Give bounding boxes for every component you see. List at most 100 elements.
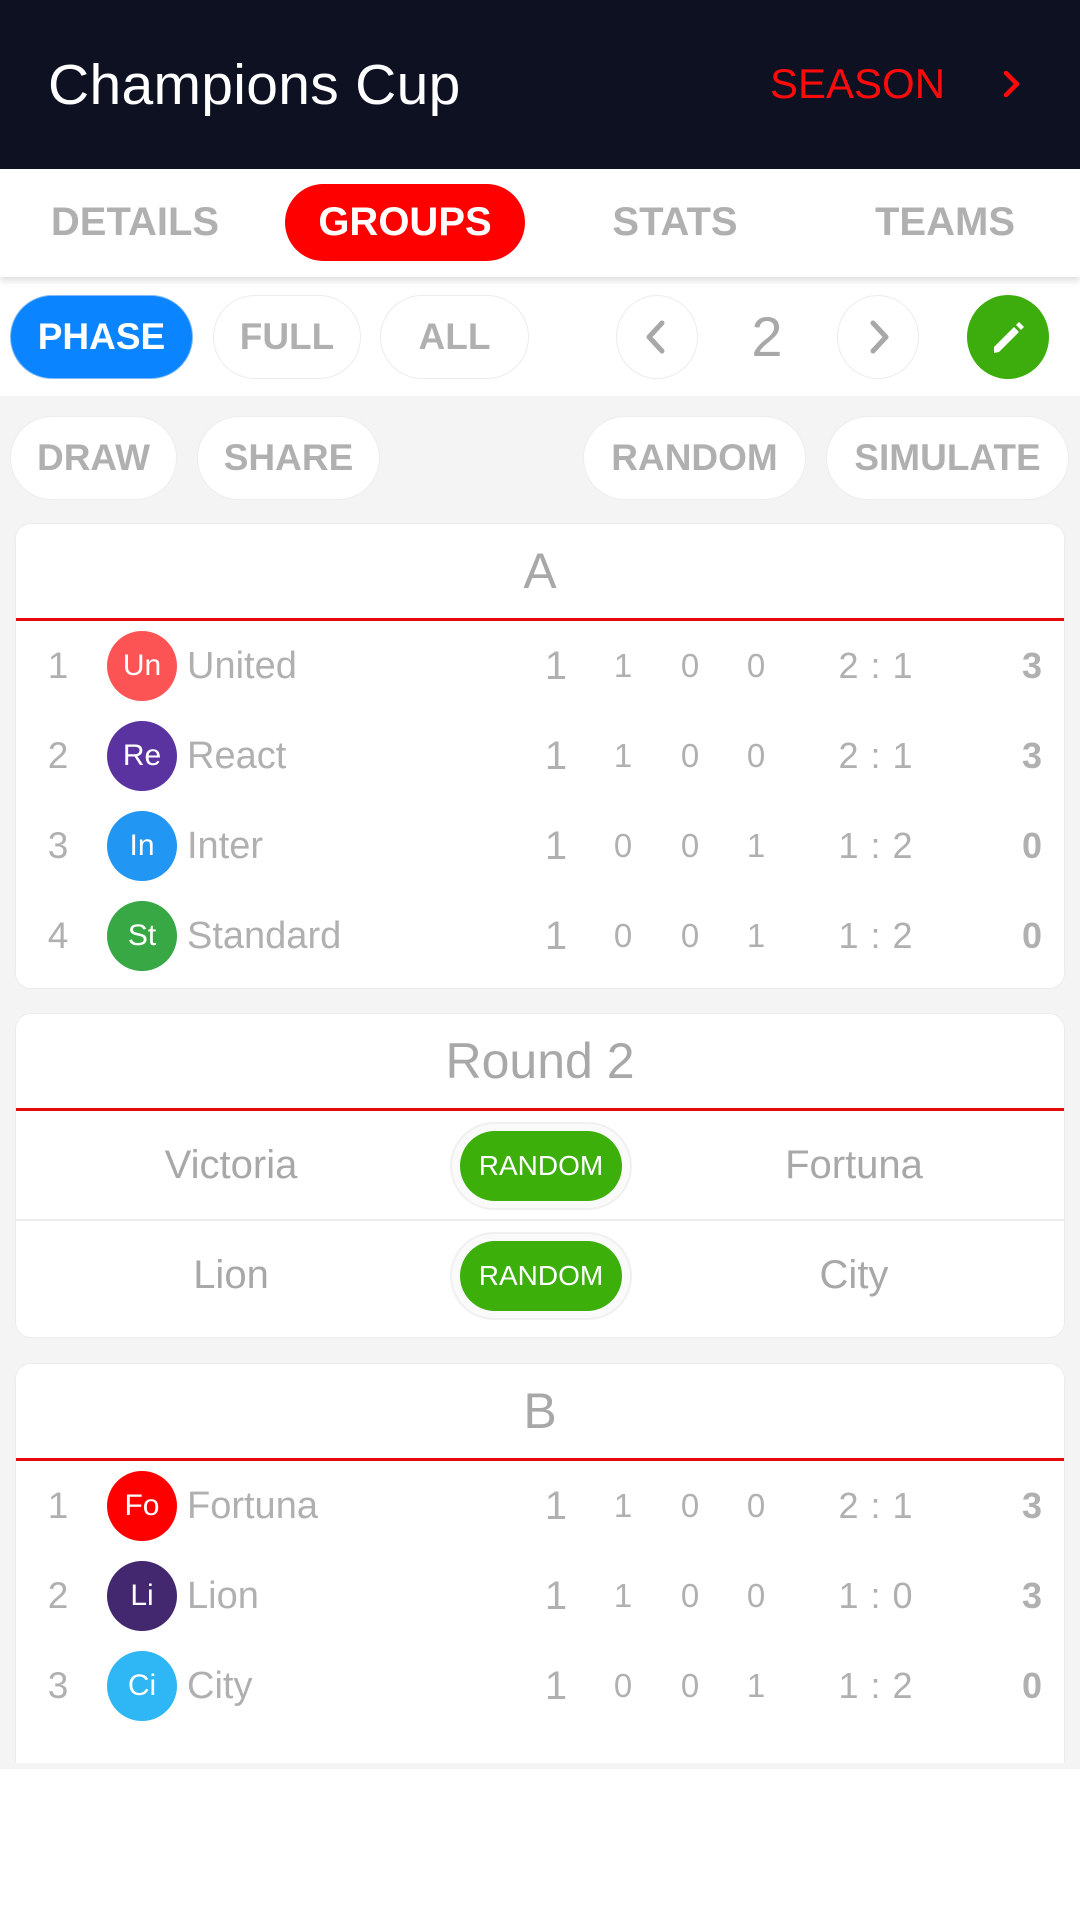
goals-score: 2 : 1 [838,645,914,686]
points: 3 [1021,1485,1043,1526]
team-avatar: Ci [107,1651,177,1721]
full-filter-button[interactable]: FULL [213,295,361,379]
points: 0 [1021,825,1043,866]
position: 3 [47,1665,69,1706]
chevron-left-icon [646,320,665,354]
round-number: 2 [751,305,783,368]
tab-bar: DETAILS GROUPS STATS TEAMS [0,169,1080,277]
position: 2 [47,1575,69,1616]
lost-count: 0 [746,1487,766,1524]
drawn-count: 0 [680,647,700,684]
app-header: Champions Cup SEASON [0,0,1080,169]
points: 3 [1021,735,1043,776]
group-card-a: A 1 Un United 1 1 0 0 2 : 1 3 2 Re React 1 1 0 0 2 : 133… [15,523,1065,989]
away-team: Fortuna [785,1143,923,1187]
round-card: Round 2 Victoria RANDOM Fortuna Lion RAN… [15,1013,1065,1338]
next-round-button[interactable] [837,295,919,379]
group-title: B [523,1383,557,1439]
pencil-icon [994,322,1024,353]
team-avatar: In [107,811,177,881]
team-name: Lion [187,1575,259,1617]
played-count: 1 [544,734,568,778]
played-count: 1 [544,1574,568,1618]
played-count: 1 [544,824,568,868]
played-count: 1 [544,914,568,958]
tab-stats[interactable]: STATS [555,184,795,261]
edit-button[interactable] [967,295,1049,379]
team-name: United [187,645,297,687]
team-avatar: Fo [107,1471,177,1541]
tab-groups[interactable]: GROUPS [285,184,525,261]
won-count: 1 [613,647,633,684]
played-count: 1 [544,1484,568,1528]
content-area: DRAW SHARE RANDOM SIMULATE A 1 Un United 1 1… [0,396,1080,1769]
season-button[interactable]: SEASON [770,60,1020,108]
standings-row[interactable]: 3 In Inter 1 0 0 1 1 : 2 0 [16,801,1064,891]
draw-button[interactable]: DRAW [10,416,177,500]
all-filter-button[interactable]: ALL [380,295,529,379]
chevron-right-icon [870,320,889,354]
team-name: Fortuna [187,1485,318,1527]
random-button[interactable]: RANDOM [583,416,806,500]
standings-rows: 1 Fo Fortuna 1 1 0 0 2 : 1 3 2 Li Lion 1 1 0 0 1 : 0 3 3 Ci… [16,1461,1064,1731]
group-card-b: B 1 Fo Fortuna 1 1 0 0 2 : 1 3 2 Li Lion 1 1 0 0 1 : 0 3 3… [15,1363,1065,1763]
lost-count: 1 [746,1667,766,1704]
chevron-right-icon [1003,70,1020,98]
won-count: 1 [613,737,633,774]
position: 2 [47,735,69,776]
standings-row[interactable]: 4 St Standard 1 0 0 1 1 : 2 0 [16,891,1064,981]
position: 3 [47,825,69,866]
drawn-count: 0 [680,737,700,774]
phase-filter-button[interactable]: PHASE [10,295,193,379]
goals-score: 1 : 2 [838,825,914,866]
standings-row[interactable]: 2 Li Lion 1 1 0 0 1 : 0 3 [16,1551,1064,1641]
standings-row[interactable]: 3 Ci City 1 0 0 1 1 : 2 0 [16,1641,1064,1731]
away-team: City [819,1253,889,1297]
lost-count: 0 [746,1577,766,1614]
team-name: React [187,735,287,777]
goals-score: 1 : 0 [838,1575,914,1616]
drawn-count: 0 [680,917,700,954]
won-count: 0 [613,827,633,864]
goals-score: 1 : 2 [838,1665,914,1706]
won-count: 0 [613,917,633,954]
team-avatar: Li [107,1561,177,1631]
goals-score: 2 : 1 [838,1485,914,1526]
share-button[interactable]: SHARE [197,416,380,500]
drawn-count: 0 [680,827,700,864]
position: 1 [47,645,69,686]
team-name: Inter [187,825,264,867]
match-row: Victoria RANDOM Fortuna [16,1111,1064,1219]
random-result-button[interactable]: RANDOM [460,1131,622,1201]
played-count: 1 [544,1664,568,1708]
goals-score: 2 : 1 [838,735,914,776]
group-title: A [523,543,557,599]
points: 3 [1021,1575,1043,1616]
played-count: 1 [544,644,568,688]
points: 0 [1021,915,1043,956]
lost-count: 1 [746,827,766,864]
page-title: Champions Cup [48,53,461,117]
match-row: Lion RANDOM City [16,1219,1064,1327]
home-team: Victoria [164,1143,298,1187]
drawn-count: 0 [680,1577,700,1614]
team-avatar: Re [107,721,177,791]
goals-score: 1 : 2 [838,915,914,956]
points: 0 [1021,1665,1043,1706]
drawn-count: 0 [680,1667,700,1704]
standings-row[interactable]: 2 Re React 1 1 0 0 2 : 1 3 [16,711,1064,801]
won-count: 1 [613,1487,633,1524]
season-label: SEASON [770,60,946,107]
prev-round-button[interactable] [616,295,698,379]
tab-teams[interactable]: TEAMS [825,184,1065,261]
standings-row[interactable]: 1 Un United 1 1 0 0 2 : 1 3 [16,621,1064,711]
filter-bar: PHASE FULL ALL 2 [0,277,1080,396]
simulate-button[interactable]: SIMULATE [826,416,1069,500]
random-result-button[interactable]: RANDOM [460,1241,622,1311]
team-avatar: Un [107,631,177,701]
position: 1 [47,1485,69,1526]
tab-details[interactable]: DETAILS [15,184,255,261]
standings-row[interactable]: 1 Fo Fortuna 1 1 0 0 2 : 1 3 [16,1461,1064,1551]
round-title: Round 2 [445,1033,635,1089]
drawn-count: 0 [680,1487,700,1524]
